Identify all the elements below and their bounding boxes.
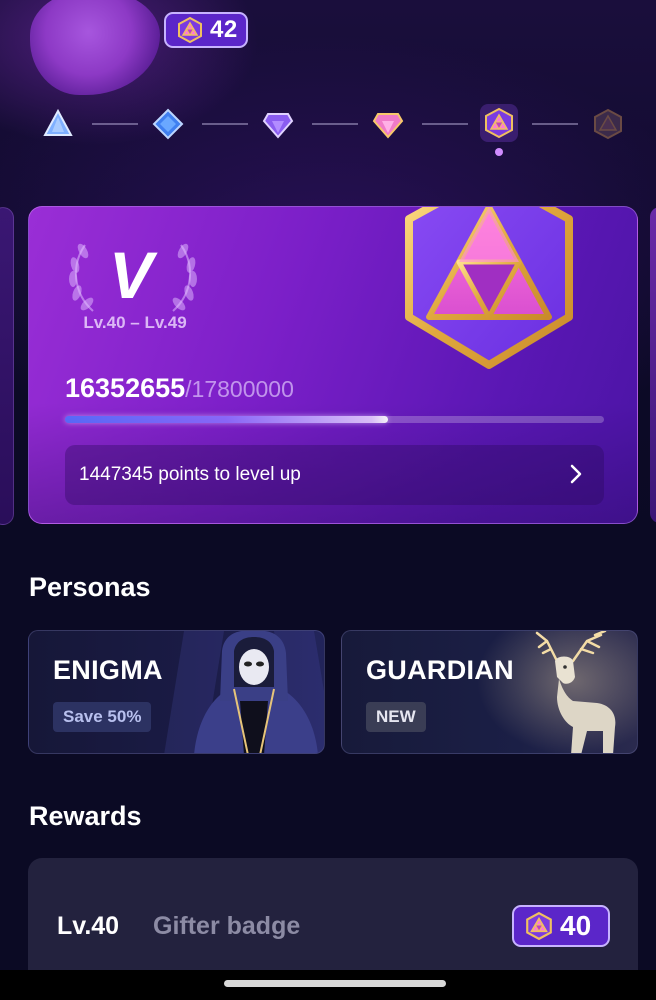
reward-level: Lv.40 [57,912,120,940]
tier-5-gem-icon[interactable] [483,107,515,139]
tier-progress-row [0,100,656,160]
tier-1-gem-icon[interactable] [42,108,74,140]
tier-gem-emblem-icon [405,207,573,369]
persona-card-enigma[interactable]: ENIGMA Save 50% [28,630,325,754]
tier-connector [422,123,468,125]
rewards-heading: Rewards [29,801,142,831]
chevron-right-icon [570,464,582,484]
gem-balance-badge[interactable]: 42 [164,12,248,48]
tier-connector [312,123,358,125]
reward-cost-badge[interactable]: 40 [512,905,610,947]
tier-3-gem-icon[interactable] [262,108,294,140]
previous-tier-card[interactable] [0,207,14,525]
tier-2-gem-icon[interactable] [152,108,184,140]
gem-icon [178,16,202,44]
level-progress-bar [65,416,604,423]
gem-balance-count: 42 [210,16,238,43]
tier-connector [202,123,248,125]
tier-connector [92,123,138,125]
tier-4-gem-icon[interactable] [372,108,404,140]
persona-name: ENIGMA [53,655,163,685]
level-up-row[interactable]: 1447345 points to level up [65,445,604,505]
guardian-stag-icon [477,631,637,753]
home-indicator[interactable] [224,980,446,987]
gem-icon [526,911,552,941]
tier-6-gem-icon[interactable] [592,108,624,140]
persona-tag-new: NEW [366,702,426,732]
reward-name: Gifter badge [153,912,301,940]
next-tier-card[interactable] [650,207,656,523]
persona-tag-discount: Save 50% [53,702,152,732]
persona-card-guardian[interactable]: GUARDIAN NEW [341,630,638,754]
points-current: 16352655 [65,373,186,403]
level-tier-card[interactable]: V Lv.40 – Lv.49 16352655/17800000 144734… [28,206,638,524]
tier-numeral: V [108,238,154,312]
tier-connector [532,123,578,125]
level-progress-fill [65,416,389,423]
points-display: 16352655/17800000 [65,373,294,404]
level-up-text: 1447345 points to level up [79,464,301,485]
level-range: Lv.40 – Lv.49 [83,313,187,332]
enigma-masked-figure-icon [164,631,324,753]
reward-cost: 40 [560,910,592,941]
points-total: /17800000 [185,376,294,402]
active-tier-indicator-dot [495,148,503,156]
persona-name: GUARDIAN [366,655,514,685]
personas-heading: Personas [29,572,151,602]
